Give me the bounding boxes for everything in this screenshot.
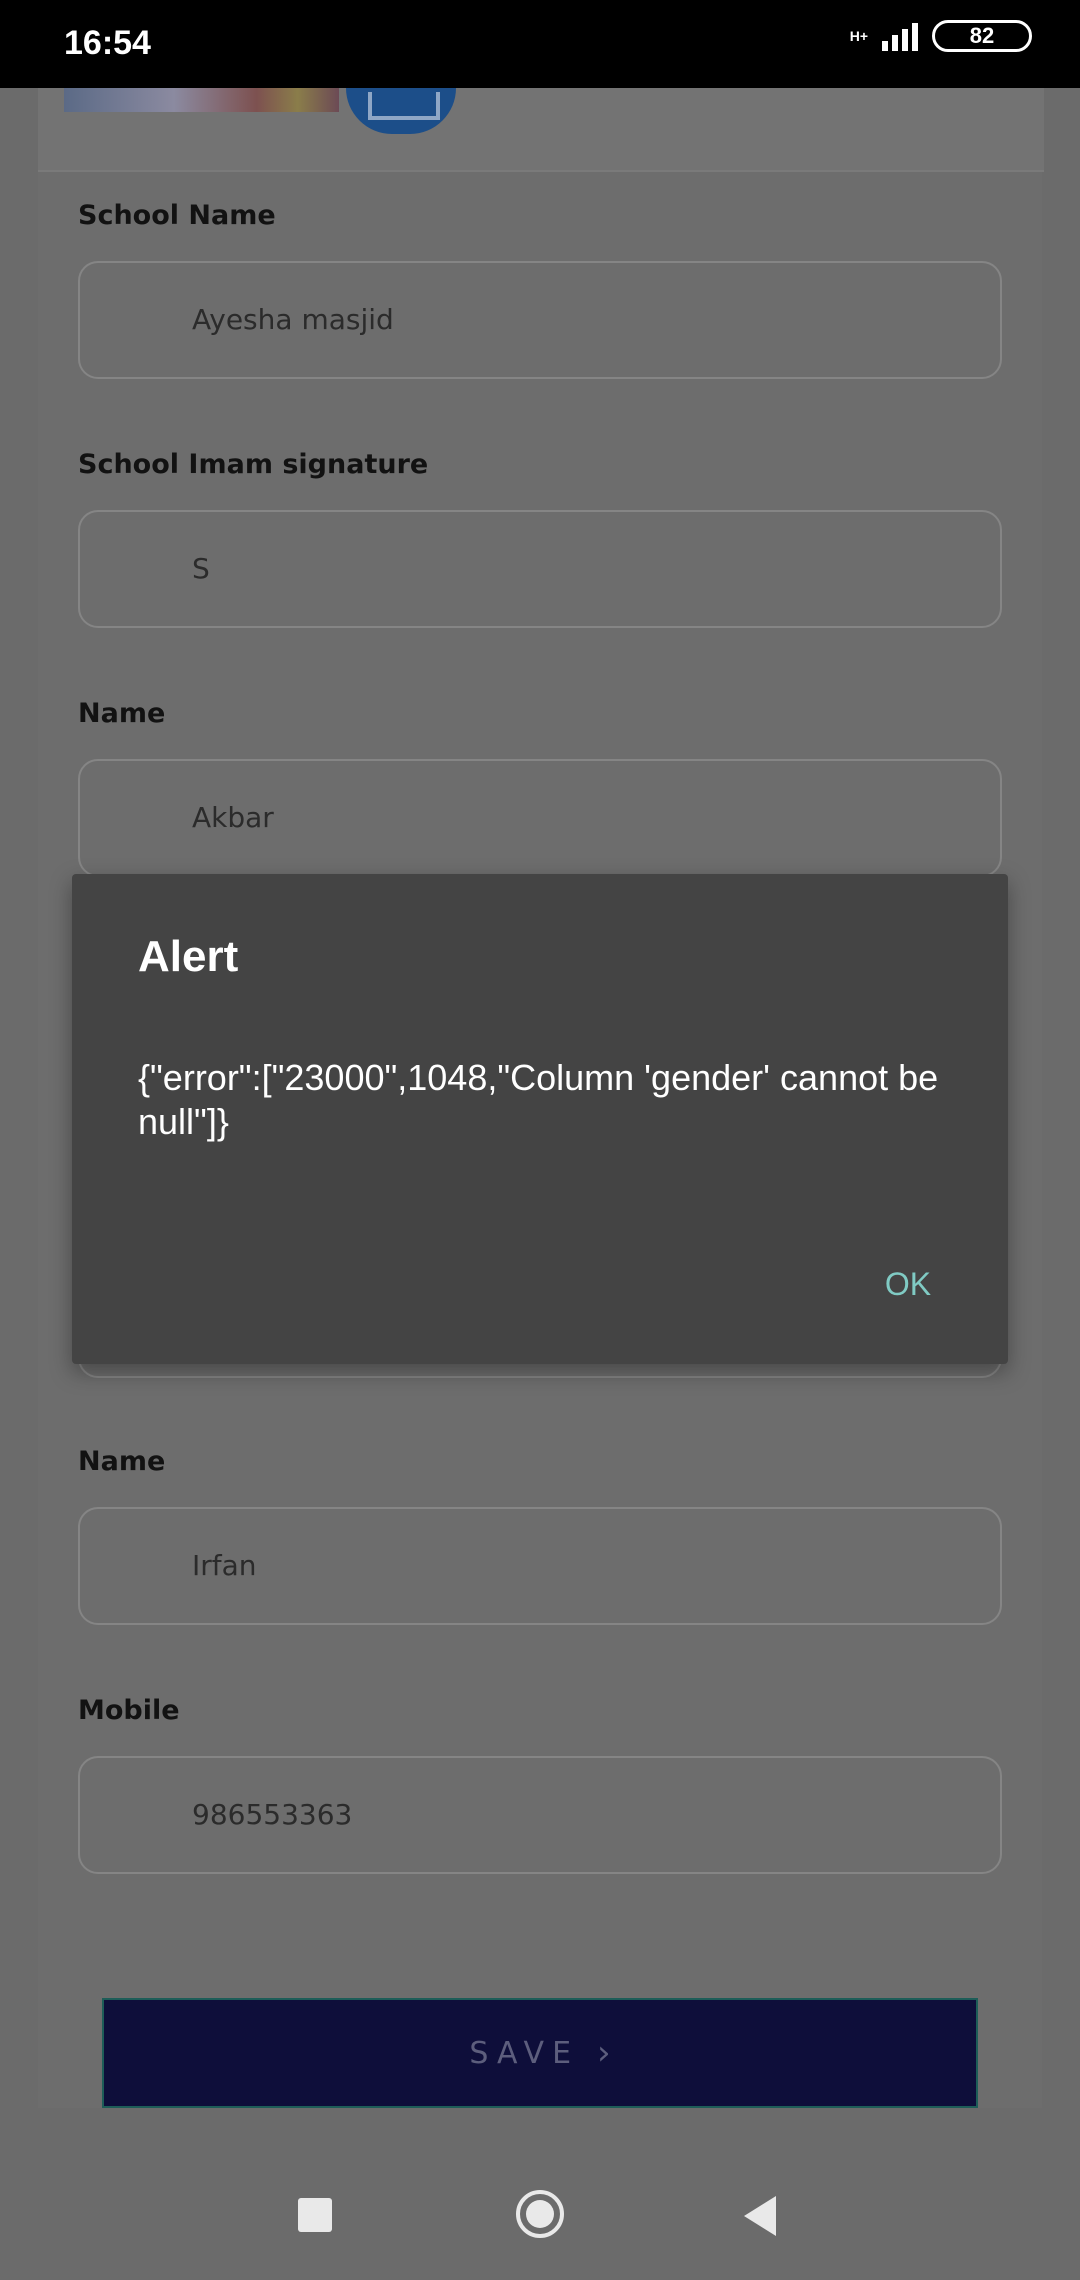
dialog-message: {"error":["23000",1048,"Column 'gender' …	[138, 1057, 939, 1142]
home-circle-icon[interactable]	[516, 2190, 564, 2238]
battery-icon: 82	[932, 20, 1032, 52]
imam-signature-label: School Imam signature	[78, 449, 429, 480]
save-button-label: SAVE	[469, 2035, 580, 2071]
network-type-label: H+	[849, 28, 868, 44]
mobile-label: Mobile	[78, 1695, 180, 1726]
name-label: Name	[78, 698, 166, 729]
name-value-2: Irfan	[192, 1549, 257, 1582]
name-input-2[interactable]: Irfan	[78, 1507, 1002, 1625]
chevron-right-icon: ›	[597, 2033, 611, 2073]
dialog-title: Alert	[138, 932, 239, 981]
signal-icon	[882, 21, 918, 51]
photo-thumbnail	[64, 88, 339, 112]
recents-square-icon[interactable]	[298, 2198, 332, 2232]
status-time: 16:54	[64, 24, 151, 62]
name-input[interactable]: Akbar	[78, 759, 1002, 877]
school-name-input[interactable]: Ayesha masjid	[78, 261, 1002, 379]
school-name-label: School Name	[78, 200, 276, 231]
imam-signature-input[interactable]: S	[78, 510, 1002, 628]
school-name-value: Ayesha masjid	[192, 303, 394, 336]
imam-signature-value: S	[192, 552, 210, 585]
status-bar: 16:54 H+ 82	[0, 0, 1080, 88]
mobile-value: 986553363	[192, 1798, 353, 1831]
battery-level: 82	[969, 23, 995, 48]
alert-dialog: Alert {"error":["23000",1048,"Column 'ge…	[72, 874, 1008, 1364]
back-triangle-icon[interactable]	[744, 2196, 776, 2236]
status-icons: H+ 82	[850, 20, 1032, 52]
mobile-input[interactable]: 986553363	[78, 1756, 1002, 1874]
save-button[interactable]: SAVE ›	[102, 1998, 978, 2108]
name-label-2: Name	[78, 1446, 166, 1477]
ok-button[interactable]: OK	[858, 1254, 958, 1314]
name-value: Akbar	[192, 801, 274, 834]
